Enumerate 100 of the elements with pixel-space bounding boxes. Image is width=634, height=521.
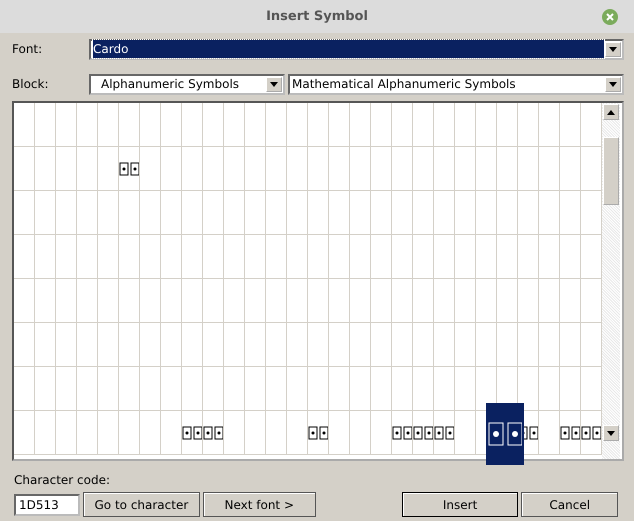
character-cell[interactable] [140, 235, 161, 279]
character-cell[interactable] [161, 411, 182, 455]
character-cell[interactable] [266, 235, 287, 279]
scrollbar-thumb[interactable] [603, 137, 619, 205]
character-cell[interactable] [119, 235, 140, 279]
character-cell[interactable] [266, 323, 287, 367]
character-cell[interactable] [329, 147, 350, 191]
character-cell[interactable] [560, 103, 581, 147]
character-cell[interactable] [56, 323, 77, 367]
character-cell[interactable] [308, 279, 329, 323]
character-cell[interactable] [119, 279, 140, 323]
character-cell[interactable] [14, 367, 35, 411]
character-cell[interactable] [350, 367, 371, 411]
character-cell[interactable] [287, 323, 308, 367]
character-cell[interactable] [140, 367, 161, 411]
character-cell[interactable] [329, 367, 350, 411]
character-cell[interactable] [350, 235, 371, 279]
character-cell[interactable] [476, 147, 497, 191]
character-cell[interactable] [308, 367, 329, 411]
character-cell[interactable] [98, 411, 119, 455]
character-cell[interactable] [560, 235, 581, 279]
character-cell[interactable] [413, 411, 434, 455]
character-cell[interactable] [224, 191, 245, 235]
character-cell[interactable] [77, 367, 98, 411]
character-cell[interactable] [245, 191, 266, 235]
character-cell[interactable] [14, 191, 35, 235]
character-cell[interactable] [497, 103, 518, 147]
character-code-field[interactable]: 1D513 [14, 494, 80, 516]
character-cell[interactable] [266, 367, 287, 411]
character-cell[interactable] [434, 279, 455, 323]
character-cell[interactable] [539, 323, 560, 367]
character-cell[interactable] [560, 147, 581, 191]
character-cell[interactable] [413, 191, 434, 235]
character-cell[interactable] [350, 191, 371, 235]
character-cell[interactable] [35, 191, 56, 235]
character-cell[interactable] [413, 367, 434, 411]
character-cell[interactable] [224, 367, 245, 411]
character-cell[interactable] [455, 191, 476, 235]
character-cell[interactable] [350, 323, 371, 367]
character-cell[interactable] [455, 103, 476, 147]
character-cell[interactable] [203, 103, 224, 147]
next-font-button[interactable]: Next font > [202, 492, 316, 517]
character-cell[interactable] [77, 323, 98, 367]
character-cell[interactable] [434, 147, 455, 191]
character-cell[interactable] [371, 411, 392, 455]
character-cell[interactable] [455, 279, 476, 323]
character-cell[interactable] [455, 235, 476, 279]
character-cell[interactable] [455, 323, 476, 367]
character-cell[interactable] [476, 279, 497, 323]
character-cell[interactable] [455, 367, 476, 411]
character-cell[interactable] [56, 367, 77, 411]
character-cell[interactable] [77, 235, 98, 279]
character-cell[interactable] [287, 235, 308, 279]
character-cell[interactable] [413, 147, 434, 191]
character-cell[interactable] [245, 147, 266, 191]
character-cell[interactable] [560, 411, 581, 455]
character-cell[interactable] [203, 191, 224, 235]
character-cell[interactable] [413, 103, 434, 147]
character-cell[interactable] [14, 323, 35, 367]
character-cell[interactable] [98, 191, 119, 235]
character-cell[interactable] [392, 235, 413, 279]
character-cell[interactable] [161, 279, 182, 323]
character-cell[interactable] [35, 367, 56, 411]
character-cell[interactable] [56, 235, 77, 279]
character-cell[interactable] [329, 103, 350, 147]
character-cell[interactable] [14, 279, 35, 323]
character-cell[interactable] [560, 323, 581, 367]
character-cell[interactable] [35, 235, 56, 279]
character-cell[interactable] [182, 235, 203, 279]
character-cell[interactable] [329, 323, 350, 367]
character-cell[interactable] [308, 191, 329, 235]
character-cell[interactable] [161, 235, 182, 279]
character-cell[interactable] [245, 235, 266, 279]
character-cell[interactable] [413, 279, 434, 323]
character-cell[interactable] [98, 103, 119, 147]
character-cell[interactable] [329, 279, 350, 323]
character-cell[interactable] [308, 411, 329, 455]
character-cell[interactable] [434, 411, 455, 455]
character-cell[interactable] [119, 367, 140, 411]
character-cell[interactable] [539, 235, 560, 279]
character-cell[interactable] [497, 191, 518, 235]
character-cell[interactable] [245, 103, 266, 147]
character-cell[interactable] [371, 147, 392, 191]
character-cell[interactable] [476, 191, 497, 235]
character-cell[interactable] [224, 279, 245, 323]
character-cell[interactable] [35, 279, 56, 323]
subset-dropdown[interactable]: Mathematical Alphanumeric Symbols [288, 74, 624, 94]
character-cell[interactable] [182, 147, 203, 191]
character-cell[interactable] [35, 103, 56, 147]
insert-button[interactable]: Insert [402, 492, 518, 517]
character-cell[interactable] [287, 191, 308, 235]
character-cell[interactable] [539, 147, 560, 191]
character-cell[interactable] [266, 191, 287, 235]
close-icon[interactable] [602, 9, 618, 25]
caret-down-icon[interactable] [609, 82, 617, 86]
character-cell[interactable] [245, 411, 266, 455]
character-cell[interactable] [518, 147, 539, 191]
character-cell[interactable] [98, 147, 119, 191]
character-cell[interactable] [203, 147, 224, 191]
character-cell[interactable] [392, 191, 413, 235]
